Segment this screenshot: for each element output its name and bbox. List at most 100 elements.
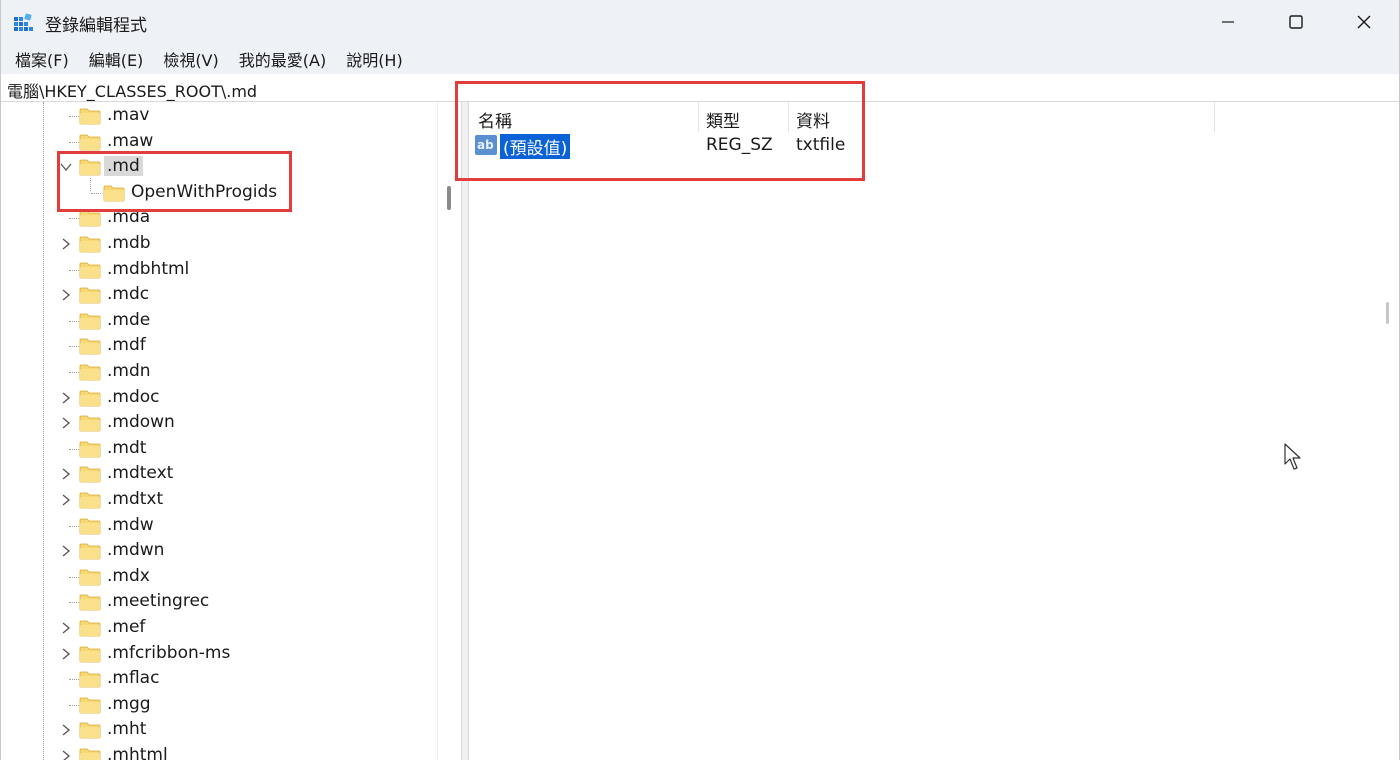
folder-icon [79, 236, 101, 253]
tree-connector [69, 141, 79, 143]
tree-key[interactable]: .mdtext [1, 462, 437, 487]
tree-key[interactable]: .mgg [1, 693, 437, 718]
tree-key[interactable]: .mdf [1, 334, 437, 359]
folder-icon [79, 671, 101, 688]
mouse-cursor-icon [1284, 443, 1301, 470]
close-button[interactable] [1331, 0, 1397, 44]
tree-key-label: .mht [107, 719, 147, 740]
tree-connector [69, 602, 79, 604]
tree-key[interactable]: .mde [1, 309, 437, 334]
highlight-box-tree [57, 151, 292, 212]
values-list-pane: 名稱 類型 資料 ab (預設值) REG_SZ txtfile [469, 102, 1399, 760]
folder-icon [79, 313, 101, 330]
menu-bar: 檔案(F) 編輯(E) 檢視(V) 我的最愛(A) 說明(H) [1, 44, 1399, 74]
tree-key-label: .mdbhtml [107, 258, 190, 279]
chevron-right-icon[interactable] [59, 416, 73, 430]
chevron-right-icon[interactable] [59, 237, 73, 251]
tree-key[interactable]: .mdwn [1, 539, 437, 564]
folder-icon [79, 569, 101, 586]
maximize-icon [1289, 15, 1303, 29]
tree-key-label: .mdc [107, 284, 150, 305]
folder-icon [79, 108, 101, 125]
tree-key-label: .mhtml [107, 745, 168, 760]
window-title: 登錄編輯程式 [45, 16, 147, 36]
tree-key-label: .mfcribbon-ms [107, 642, 231, 663]
tree-key-label: .mde [107, 309, 151, 330]
tree-scrollbar-thumb[interactable] [447, 186, 451, 210]
tree-key[interactable]: .mht [1, 718, 437, 743]
list-scrollbar-indicator[interactable] [1386, 302, 1389, 324]
folder-icon [79, 390, 101, 406]
tree-key-label: .maw [107, 130, 154, 151]
tree-key[interactable]: .mdt [1, 437, 437, 462]
tree-key[interactable]: .mflac [1, 667, 437, 692]
tree-key[interactable]: .mfcribbon-ms [1, 642, 437, 667]
chevron-right-icon[interactable] [59, 621, 73, 635]
folder-icon [79, 338, 101, 355]
tree-key-label: .mdtxt [107, 489, 164, 509]
chevron-right-icon[interactable] [59, 467, 73, 481]
tree-connector [69, 346, 79, 348]
tree-key[interactable]: .mdw [1, 514, 437, 539]
folder-icon [79, 466, 101, 483]
tree-key[interactable]: .mav [1, 104, 437, 129]
tree-key[interactable]: .mdc [1, 283, 437, 308]
folder-icon [79, 287, 101, 304]
tree-connector [69, 218, 79, 220]
tree-key-label: .mdn [107, 361, 151, 381]
close-icon [1357, 15, 1371, 29]
tree-scrollbar[interactable] [437, 102, 457, 760]
chevron-right-icon[interactable] [59, 391, 73, 405]
tree-key[interactable]: .mdbhtml [1, 258, 437, 283]
highlight-box-values [455, 81, 865, 181]
menu-view[interactable]: 檢視(V) [155, 47, 226, 71]
chevron-right-icon[interactable] [59, 647, 73, 661]
tree-key[interactable]: .mdown [1, 411, 437, 436]
pane-splitter[interactable] [461, 102, 469, 760]
chevron-right-icon[interactable] [59, 723, 73, 737]
chevron-right-icon[interactable] [59, 544, 73, 558]
menu-file[interactable]: 檔案(F) [7, 47, 77, 71]
tree-key[interactable]: .mdx [1, 565, 437, 590]
tree-key-label: .mgg [107, 693, 151, 714]
menu-favorites[interactable]: 我的最愛(A) [231, 47, 334, 71]
chevron-right-icon[interactable] [59, 749, 73, 760]
tree-key-label: .mdown [107, 412, 175, 433]
folder-icon [79, 415, 101, 432]
tree-connector [69, 525, 79, 527]
tree-key-label: .mdw [107, 514, 154, 535]
tree-key[interactable]: .mdb [1, 232, 437, 257]
folder-icon [79, 748, 101, 760]
tree-key-label: .mdwn [107, 540, 165, 561]
folder-icon [79, 620, 101, 637]
chevron-right-icon[interactable] [59, 493, 73, 507]
minimize-button[interactable] [1195, 0, 1261, 44]
tree-key[interactable]: .mhtml [1, 744, 437, 760]
tree-key-label: .mdx [107, 565, 150, 586]
tree-key[interactable]: .mdtxt [1, 488, 437, 513]
tree-key[interactable]: .mef [1, 616, 437, 641]
address-path[interactable]: 電腦\HKEY_CLASSES_ROOT\.md [7, 78, 257, 102]
menu-edit[interactable]: 編輯(E) [81, 47, 152, 71]
tree-key[interactable]: .mdoc [1, 386, 437, 411]
tree-key[interactable]: .mdn [1, 360, 437, 385]
title-bar: 登錄編輯程式 [1, 0, 1399, 44]
folder-icon [79, 518, 101, 534]
chevron-right-icon[interactable] [59, 288, 73, 302]
tree-connector [69, 704, 79, 706]
maximize-button[interactable] [1263, 0, 1329, 44]
tree-key-label: .meetingrec [107, 591, 210, 612]
folder-icon [79, 441, 101, 458]
folder-icon [79, 646, 101, 662]
tree-key[interactable]: .meetingrec [1, 590, 437, 615]
folder-icon [79, 134, 101, 150]
column-divider[interactable] [1214, 102, 1215, 132]
tree-connector [69, 269, 79, 271]
folder-icon [79, 364, 101, 381]
tree-key-label: .mdf [107, 335, 146, 356]
menu-help[interactable]: 說明(H) [338, 47, 411, 71]
tree-connector [69, 576, 79, 578]
minimize-icon [1222, 21, 1234, 23]
registry-editor-window: 登錄編輯程式 檔案(F) 編輯(E) 檢視(V) 我的最愛(A) 說明(H) 電… [0, 0, 1400, 760]
folder-icon [79, 492, 101, 509]
